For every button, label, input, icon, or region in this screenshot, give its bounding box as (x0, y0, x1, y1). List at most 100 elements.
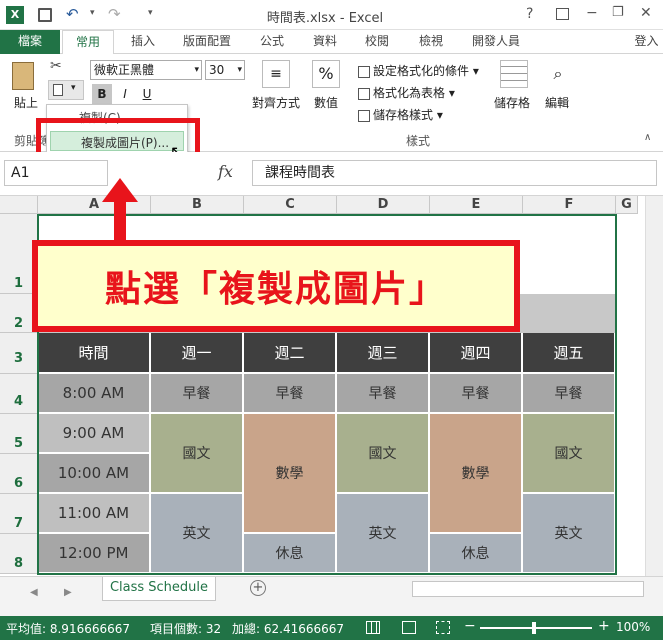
fx-icon[interactable]: fx (218, 162, 233, 181)
column-header[interactable]: G (616, 196, 638, 214)
binoculars-icon[interactable]: ⌕ (546, 60, 570, 88)
minimize-button[interactable]: − (586, 5, 598, 21)
sheet-tab-label: Class Schedule (109, 580, 209, 595)
italic-button[interactable]: I (116, 84, 134, 104)
add-sheet-icon[interactable]: + (250, 580, 266, 596)
conditional-format-icon (358, 65, 370, 78)
font-name-select[interactable]: 微軟正黑體 ▾ (90, 60, 202, 80)
column-header[interactable]: C (244, 196, 337, 214)
styles-group-label: 樣式 (406, 134, 431, 148)
undo-icon[interactable]: ↶ (66, 5, 79, 23)
cells-icon[interactable] (500, 60, 528, 88)
ribbon-display-button[interactable] (556, 8, 569, 20)
column-header[interactable]: E (430, 196, 523, 214)
name-box-value: A1 (11, 165, 30, 181)
zoom-out-icon[interactable]: − (464, 618, 476, 634)
status-bar: 平均值: 8.916666667 項目個數: 32 加總: 62.4166666… (0, 616, 663, 640)
conditional-format-label: 設定格式化的條件 (373, 64, 470, 78)
page-break-view-icon[interactable] (436, 621, 450, 634)
row-header[interactable]: 5 (0, 414, 38, 454)
horizontal-scrollbar[interactable] (412, 581, 644, 597)
cell-styles-button[interactable]: 儲存格樣式 ▾ (358, 106, 443, 123)
tab-page-layout[interactable]: 版面配置 (176, 30, 238, 54)
cell-styles-label: 儲存格樣式 (373, 108, 434, 122)
cut-icon[interactable]: ✂ (50, 58, 62, 74)
status-sum: 加總: 62.41666667 (232, 622, 345, 636)
excel-logo-icon: X (6, 6, 24, 24)
page-layout-view-icon[interactable] (402, 621, 416, 634)
select-all[interactable] (0, 196, 38, 214)
tab-data[interactable]: 資料 (302, 30, 348, 54)
cells-label[interactable]: 儲存格 (494, 94, 530, 111)
number-format-icon[interactable]: % (312, 60, 340, 88)
vertical-scrollbar[interactable] (645, 196, 663, 576)
customize-qat-icon[interactable]: ▾ (148, 8, 153, 18)
copy-icon (53, 84, 63, 96)
zoom-in-icon[interactable]: + (598, 618, 610, 634)
undo-dropdown-icon[interactable]: ▾ (90, 8, 95, 18)
editing-label[interactable]: 編輯 (545, 94, 569, 111)
alignment-label[interactable]: 對齊方式 (252, 94, 300, 111)
formula-bar-area: A1 fx 課程時間表 (0, 152, 663, 196)
cell-styles-icon (358, 109, 370, 122)
tab-file[interactable]: 檔案 (0, 30, 60, 54)
zoom-level[interactable]: 100% (616, 620, 650, 634)
column-header[interactable]: B (151, 196, 244, 214)
callout-text: 點選「複製成圖片」 (104, 269, 447, 310)
callout-box: 點選「複製成圖片」 (32, 240, 520, 332)
tab-developer[interactable]: 開發人員 (464, 30, 528, 54)
copy-dropdown-icon[interactable]: ▾ (71, 83, 76, 93)
row-header[interactable]: 3 (0, 333, 38, 374)
tab-formulas[interactable]: 公式 (250, 30, 294, 54)
sign-in-link[interactable]: 登入 (630, 30, 663, 54)
tab-insert[interactable]: 插入 (120, 30, 166, 54)
number-label[interactable]: 數值 (314, 94, 338, 111)
status-count: 項目個數: 32 (150, 622, 222, 636)
formula-input[interactable]: 課程時間表 (252, 160, 657, 186)
zoom-slider-thumb[interactable] (532, 622, 536, 634)
help-button[interactable]: ? (526, 6, 533, 22)
restore-button[interactable]: ❐ (612, 5, 624, 20)
formula-value: 課程時間表 (265, 165, 335, 181)
ribbon-tabs: 檔案 常用 插入 版面配置 公式 資料 校閱 檢視 開發人員 登入 (0, 30, 663, 54)
collapse-ribbon-icon[interactable]: ∧ (644, 132, 651, 143)
bold-button[interactable]: B (92, 84, 112, 104)
zoom-slider[interactable] (480, 622, 592, 634)
font-size-select[interactable]: 30 ▾ (205, 60, 245, 80)
format-table-button[interactable]: 格式化為表格 ▾ (358, 84, 455, 101)
redo-icon[interactable]: ↷ (108, 5, 121, 23)
column-header[interactable]: D (337, 196, 430, 214)
tab-view[interactable]: 檢視 (408, 30, 454, 54)
status-average: 平均值: 8.916666667 (6, 622, 131, 636)
arrow-shaft (114, 200, 126, 244)
title-bar: X ↶ ▾ ↷ ▾ 時間表.xlsx - Excel ? − ❐ ✕ (0, 0, 663, 30)
sheet-nav-next-icon[interactable]: ▶ (64, 587, 72, 598)
close-button[interactable]: ✕ (640, 5, 652, 21)
sheet-nav-prev-icon[interactable]: ◀ (30, 587, 38, 598)
row-header[interactable]: 4 (0, 374, 38, 414)
window-title: 時間表.xlsx - Excel (266, 11, 384, 26)
tab-review[interactable]: 校閱 (354, 30, 400, 54)
save-icon[interactable] (38, 8, 52, 22)
row-header[interactable]: 8 (0, 534, 38, 574)
tab-home[interactable]: 常用 (62, 30, 114, 54)
font-name-value: 微軟正黑體 (94, 63, 155, 77)
row-header[interactable]: 6 (0, 454, 38, 494)
sheet-tab-bar: ◀ ▶ Class Schedule + (0, 576, 663, 616)
format-table-icon (358, 87, 370, 100)
format-table-label: 格式化為表格 (373, 86, 446, 100)
normal-view-icon[interactable] (366, 621, 380, 634)
copy-button[interactable]: ▾ (48, 80, 84, 100)
column-header[interactable]: F (523, 196, 616, 214)
arrow-head (102, 178, 138, 202)
chevron-down-icon: ▾ (194, 65, 199, 75)
paste-label[interactable]: 貼上 (14, 94, 38, 111)
underline-button[interactable]: U (138, 84, 156, 104)
font-size-value: 30 (209, 63, 225, 77)
sheet-tab-class-schedule[interactable]: Class Schedule (102, 577, 216, 601)
name-box[interactable]: A1 (4, 160, 108, 186)
paste-icon[interactable] (12, 62, 34, 90)
conditional-format-button[interactable]: 設定格式化的條件 ▾ (358, 62, 479, 79)
alignment-icon[interactable]: ≡ (262, 60, 290, 88)
row-header[interactable]: 7 (0, 494, 38, 534)
